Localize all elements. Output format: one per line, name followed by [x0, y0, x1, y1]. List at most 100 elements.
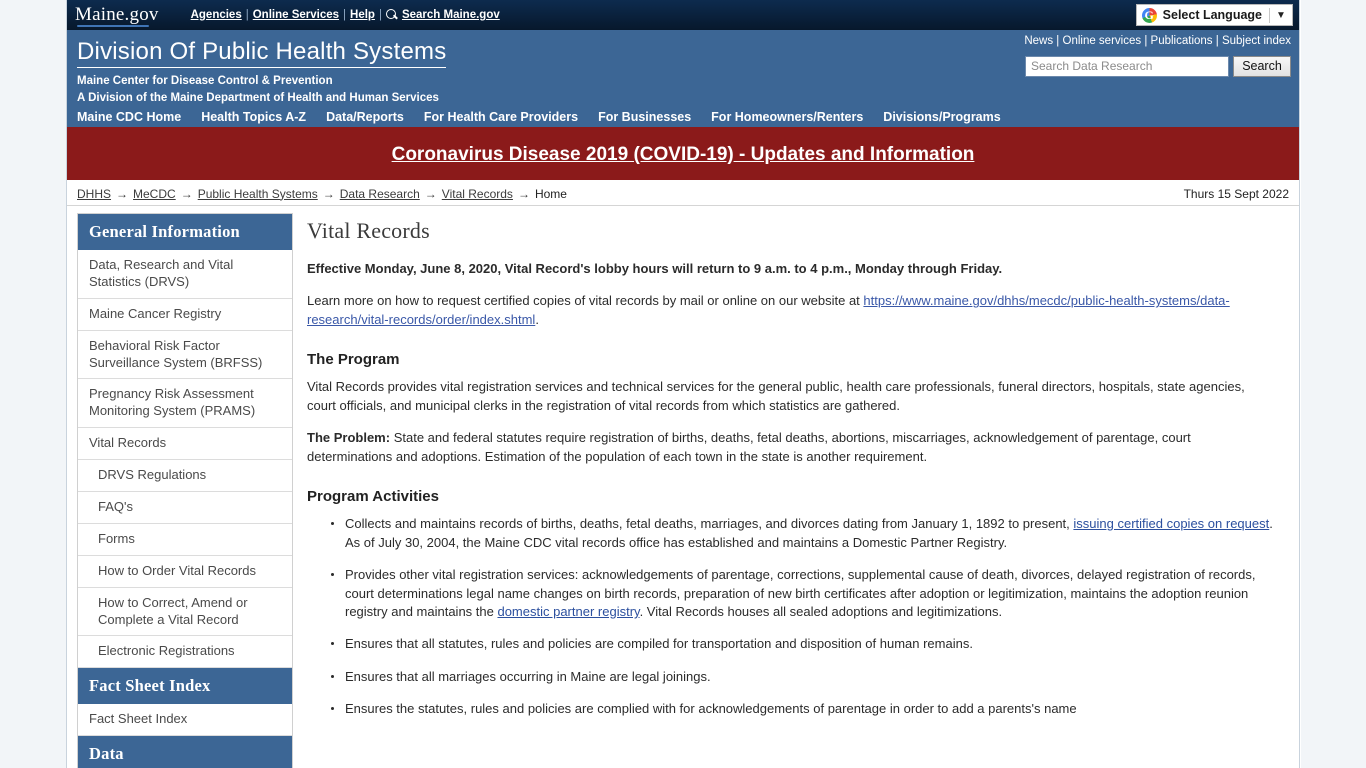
activity-text-pre: Collects and maintains records of births…	[345, 516, 1074, 532]
link-publications[interactable]: Publications	[1151, 35, 1213, 47]
header-utility-area: News | Online services | Publications | …	[1024, 35, 1291, 77]
mainegov-logo[interactable]: Maine.gov	[75, 5, 159, 27]
division-subtitle-2: A Division of the Maine Department of He…	[77, 91, 439, 104]
search-input[interactable]	[1025, 55, 1229, 77]
program-activities-list: Collects and maintains records of births…	[307, 515, 1277, 719]
nav-for-businesses[interactable]: For Businesses	[598, 110, 691, 124]
sidebar-item-fact-sheet-index[interactable]: Fact Sheet Index	[78, 704, 292, 737]
sidebar-item-how-to-order[interactable]: How to Order Vital Records	[78, 555, 292, 588]
sidebar-item-drvs[interactable]: Data, Research and Vital Statistics (DRV…	[78, 250, 292, 299]
learn-more-paragraph: Learn more on how to request certified c…	[307, 292, 1277, 329]
breadcrumb-vital-records[interactable]: Vital Records	[442, 187, 513, 201]
link-online-services[interactable]: Online Services	[253, 9, 339, 21]
program-paragraph: Vital Records provides vital registratio…	[307, 379, 1245, 413]
nav-maine-cdc-home[interactable]: Maine CDC Home	[77, 110, 181, 124]
select-language-label: Select Language	[1162, 8, 1262, 22]
activity-text-post: . Vital Records houses all sealed adopti…	[639, 603, 1003, 619]
date-stamp: Thurs 15 Sept 2022	[1183, 186, 1289, 201]
activity-text-pre: Ensures that all statutes, rules and pol…	[345, 636, 973, 652]
mainegov-links: Agencies | Online Services | Help | Sear…	[191, 9, 500, 21]
link-separator: |	[1144, 35, 1148, 47]
domestic-partner-registry-link[interactable]: domestic partner registry	[497, 604, 639, 619]
list-item: Collects and maintains records of births…	[331, 515, 1277, 552]
link-separator: |	[378, 9, 382, 21]
header-search-row: Search	[1024, 55, 1291, 77]
sidebar-item-maine-cancer-registry[interactable]: Maine Cancer Registry	[78, 298, 292, 331]
division-header: Division Of Public Health Systems Maine …	[67, 30, 1299, 107]
site-frame: Maine.gov Agencies | Online Services | H…	[66, 0, 1300, 768]
sidebar-item-vital-records[interactable]: Vital Records	[78, 428, 292, 461]
nav-health-topics-az[interactable]: Health Topics A-Z	[201, 110, 306, 124]
page-root: Maine.gov Agencies | Online Services | H…	[0, 0, 1366, 768]
nav-for-health-care-providers[interactable]: For Health Care Providers	[424, 110, 578, 124]
heading-the-program: The Program	[307, 351, 400, 369]
link-news[interactable]: News	[1024, 35, 1053, 47]
breadcrumb-arrow-icon: →	[424, 186, 437, 201]
learn-more-suffix: .	[535, 311, 539, 327]
sidebar-item-forms[interactable]: Forms	[78, 523, 292, 556]
covid-banner[interactable]: Coronavirus Disease 2019 (COVID-19) - Up…	[67, 130, 1299, 182]
breadcrumb-arrow-icon: →	[322, 186, 335, 201]
breadcrumb-arrow-icon: →	[517, 186, 530, 201]
link-separator: |	[343, 9, 347, 21]
nav-divisions-programs[interactable]: Divisions/Programs	[883, 110, 1000, 124]
page-title: Vital Records	[307, 218, 430, 243]
nav-data-reports[interactable]: Data/Reports	[326, 110, 404, 124]
link-separator: |	[245, 9, 249, 21]
breadcrumb-current: Home	[534, 186, 567, 201]
link-online-services-header[interactable]: Online services	[1063, 35, 1142, 47]
list-item: Ensures that all statutes, rules and pol…	[331, 635, 1277, 653]
search-icon	[385, 9, 398, 21]
sidebar-heading-fact-sheet-index: Fact Sheet Index	[78, 668, 292, 705]
breadcrumb-arrow-icon: →	[180, 186, 193, 201]
google-icon	[1141, 7, 1157, 23]
issuing-certified-copies-link[interactable]: issuing certified copies on request	[1073, 516, 1269, 531]
mainegov-topbar: Maine.gov Agencies | Online Services | H…	[67, 0, 1299, 30]
link-separator: |	[1215, 35, 1219, 47]
link-agencies[interactable]: Agencies	[191, 9, 242, 21]
covid-banner-link[interactable]: Coronavirus Disease 2019 (COVID-19) - Up…	[392, 144, 975, 166]
page-gutter-left	[0, 0, 66, 768]
link-help[interactable]: Help	[350, 9, 375, 21]
problem-label: The Problem:	[307, 430, 391, 446]
breadcrumb-public-health-systems[interactable]: Public Health Systems	[198, 187, 318, 201]
link-separator: |	[1056, 35, 1060, 47]
sidebar-item-prams[interactable]: Pregnancy Risk Assessment Monitoring Sys…	[78, 379, 292, 429]
breadcrumb-data-research[interactable]: Data Research	[340, 187, 420, 201]
lobby-hours-notice: Effective Monday, June 8, 2020, Vital Re…	[307, 261, 1003, 276]
problem-text: State and federal statutes require regis…	[307, 430, 1191, 464]
sidebar-heading-general-information: General Information	[78, 214, 292, 250]
heading-program-activities: Program Activities	[307, 488, 439, 506]
main-content: Vital Records Effective Monday, June 8, …	[293, 206, 1299, 733]
list-item: Provides other vital registration servic…	[331, 566, 1277, 621]
division-title: Division Of Public Health Systems	[77, 39, 447, 69]
list-item: Ensures the statutes, rules and policies…	[331, 700, 1277, 718]
sidebar-item-electronic-registrations[interactable]: Electronic Registrations	[78, 636, 292, 669]
learn-more-text: Learn more on how to request certified c…	[307, 293, 864, 309]
google-translate-widget[interactable]: Select Language ▼	[1135, 4, 1293, 26]
sidebar-item-drvs-regulations[interactable]: DRVS Regulations	[78, 460, 292, 493]
sidebar-heading-data: Data	[78, 736, 292, 768]
search-button[interactable]: Search	[1233, 55, 1291, 77]
breadcrumb: DHHS → MeCDC → Public Health Systems → D…	[77, 187, 567, 201]
list-item: Ensures that all marriages occurring in …	[331, 668, 1277, 686]
breadcrumb-dhhs[interactable]: DHHS	[77, 187, 111, 201]
content-columns: General Information Data, Research and V…	[67, 206, 1299, 768]
nav-for-homeowners-renters[interactable]: For Homeowners/Renters	[711, 110, 863, 124]
main-navigation: Maine CDC Home Health Topics A-Z Data/Re…	[67, 107, 1299, 130]
problem-paragraph: The Problem: State and federal statutes …	[307, 429, 1277, 466]
sidebar-item-brfss[interactable]: Behavioral Risk Factor Surveillance Syst…	[78, 330, 292, 380]
activity-text-pre: Ensures the statutes, rules and policies…	[345, 701, 1077, 717]
sidebar-item-how-to-correct[interactable]: How to Correct, Amend or Complete a Vita…	[78, 587, 292, 637]
sidebar-item-faqs[interactable]: FAQ's	[78, 492, 292, 524]
header-utility-links: News | Online services | Publications | …	[1024, 35, 1291, 48]
breadcrumb-mecdc[interactable]: MeCDC	[133, 187, 176, 201]
breadcrumb-bar: DHHS → MeCDC → Public Health Systems → D…	[67, 182, 1299, 206]
link-subject-index[interactable]: Subject index	[1222, 35, 1291, 47]
page-gutter-right	[1301, 0, 1366, 768]
activity-text-pre: Ensures that all marriages occurring in …	[345, 668, 711, 684]
link-search-mainegov[interactable]: Search Maine.gov	[402, 9, 500, 21]
breadcrumb-arrow-icon: →	[116, 186, 129, 201]
sidebar: General Information Data, Research and V…	[77, 213, 293, 768]
chevron-down-icon[interactable]: ▼	[1270, 10, 1292, 21]
